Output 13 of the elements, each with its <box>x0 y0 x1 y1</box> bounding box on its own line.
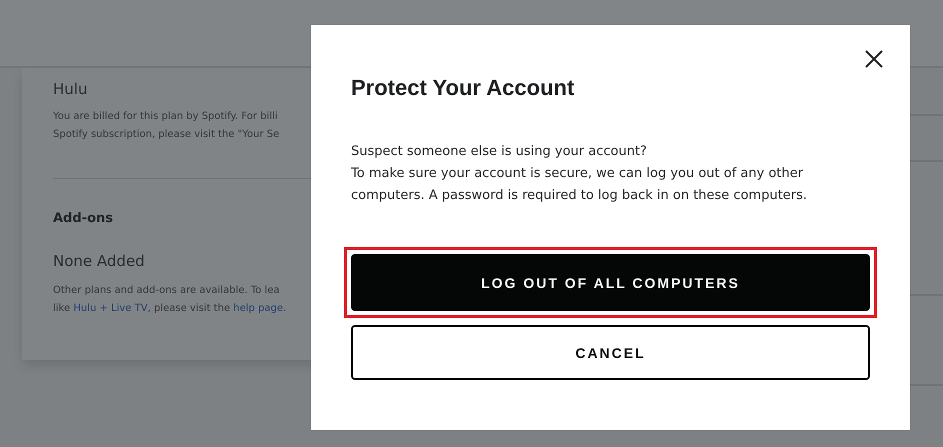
dialog-text: Suspect someone else is using your account? <box>351 143 648 161</box>
dialog-title: Protect Your Account <box>351 75 576 101</box>
cancel-button[interactable]: CANCEL <box>351 325 870 380</box>
plan-name: Hulu <box>53 80 88 98</box>
addons-note: like Hulu + Live TV, please visit the help page. <box>53 302 286 316</box>
plan-note: You are billed for this plan by Spotify. For billi <box>53 110 278 124</box>
close-icon[interactable] <box>864 49 884 69</box>
plan-note: Spotify subscription, please visit the "Your Se <box>53 128 280 142</box>
log-out-button[interactable]: LOG OUT OF ALL COMPUTERS <box>351 254 870 311</box>
dialog-text: To make sure your account is secure, we can log you out of any other computers. A password is required to log back in on these computers. <box>351 165 808 205</box>
addons-value: None Added <box>53 252 145 270</box>
section-heading: Add-ons <box>53 211 113 226</box>
addons-note: Other plans and add-ons are available. To lea <box>53 284 280 298</box>
